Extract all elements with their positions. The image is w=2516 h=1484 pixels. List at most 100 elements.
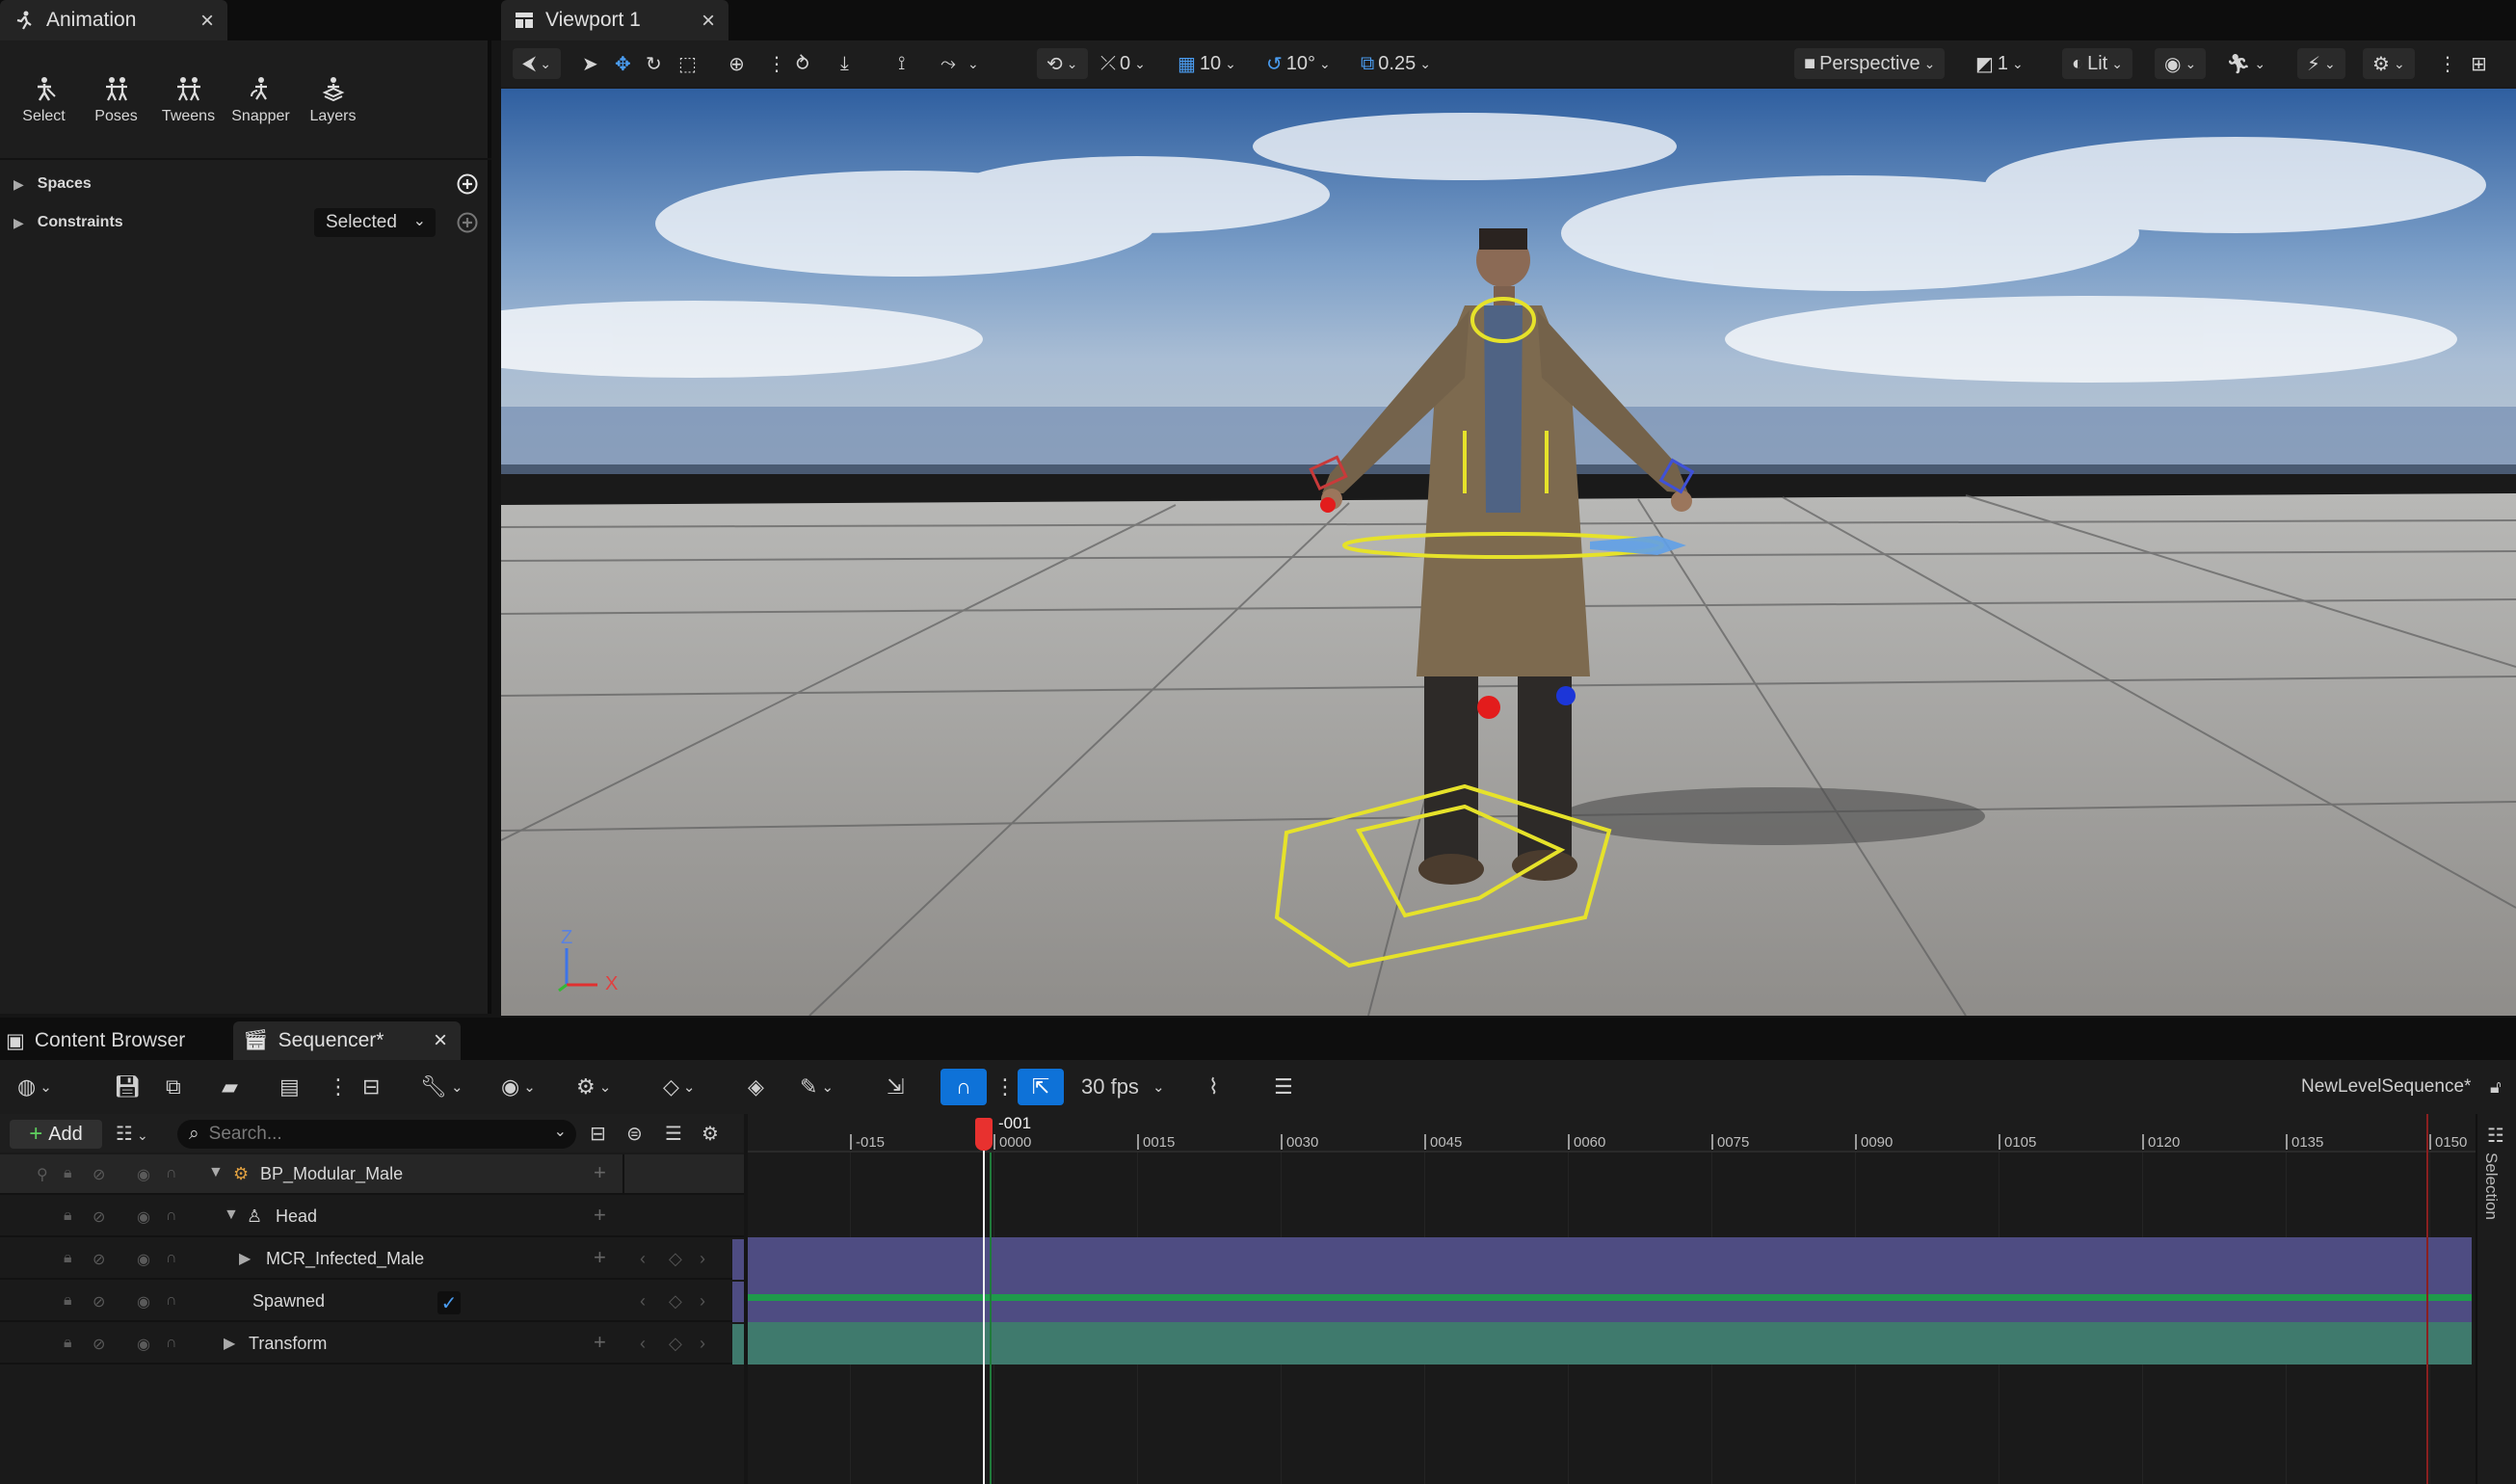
angle-snap-button[interactable]: ↺ 10° ⌄ [1266, 48, 1331, 79]
add-track-button[interactable]: + Add [10, 1120, 102, 1149]
viewport-settings-dropdown[interactable]: ⚙ ⌄ [2363, 48, 2415, 79]
spawned-checkbox[interactable]: ✓ [437, 1291, 461, 1314]
playback-options-button[interactable]: ⊟ [362, 1070, 380, 1104]
solo-icon[interactable]: ⊘ [93, 1335, 105, 1354]
sequencer-timeline[interactable]: -015 0000 0015 0030 0045 0060 0075 0090 0105 0120… [748, 1114, 2476, 1484]
viewport-scene[interactable]: Z X [501, 89, 2516, 1016]
find-in-browser-button[interactable]: ⧉ [166, 1070, 181, 1104]
viewport-more-button[interactable]: ⋮ [2438, 48, 2457, 79]
add-key-icon[interactable]: ◇ [669, 1291, 682, 1312]
tab-sequencer[interactable]: 🎬︎ Sequencer* × [233, 1021, 461, 1060]
prev-key-icon[interactable]: ‹ [640, 1334, 646, 1354]
snap-toggle-button[interactable]: ∩ [940, 1069, 987, 1105]
tweens-tool-button[interactable]: Tweens [152, 75, 225, 125]
grid-snap-button[interactable]: ▦ 10 ⌄ [1178, 48, 1236, 79]
snapper-tool-button[interactable]: Snapper [225, 75, 297, 125]
more-options-button[interactable]: ⋮ [767, 48, 786, 79]
prev-key-icon[interactable]: ‹ [640, 1291, 646, 1312]
add-subtrack-icon[interactable]: + [594, 1330, 606, 1355]
playback-end-marker[interactable] [2426, 1114, 2428, 1484]
tab-content-browser[interactable]: ▣ Content Browser [0, 1021, 229, 1060]
pivot-button[interactable]: ⟟ [898, 48, 905, 79]
perspective-dropdown[interactable]: ■ Perspective ⌄ [1794, 48, 1946, 79]
translate-button[interactable]: ✥ [615, 48, 631, 79]
collapse-all-button[interactable]: ⊟ [590, 1122, 606, 1146]
prev-key-icon[interactable]: ‹ [640, 1249, 646, 1269]
visibility-icon[interactable]: ◉ [137, 1335, 150, 1354]
search-input[interactable]: ⌕ Search... ⌄ [177, 1120, 576, 1149]
filter-dropdown[interactable]: ☷ ⌄ [116, 1122, 148, 1146]
expand-triangle-icon[interactable]: ▶ [224, 1334, 235, 1353]
details-sliders-icon[interactable]: ☷ [2487, 1124, 2504, 1148]
snap-to-frames-button[interactable]: ⇱ [1018, 1069, 1064, 1105]
expand-triangle-icon[interactable]: ▼ [224, 1206, 239, 1224]
select-arrow-button[interactable]: ➤ [582, 48, 598, 79]
lock-icon[interactable]: 🔒︎ [64, 1335, 72, 1352]
add-key-icon[interactable]: ◇ [669, 1334, 682, 1354]
layout-dropdown[interactable]: ◩ 1 ⌄ [1975, 48, 2024, 79]
visibility-icon[interactable]: ◉ [137, 1292, 150, 1312]
add-subtrack-icon[interactable]: + [594, 1203, 606, 1228]
layers-tool-button[interactable]: Layers [297, 75, 369, 125]
snap-options-button[interactable]: ⋮ [994, 1070, 1016, 1104]
headphone-icon[interactable]: ∩ [166, 1207, 177, 1225]
next-key-icon[interactable]: › [700, 1334, 705, 1354]
lock-icon[interactable]: 🔒︎ [64, 1165, 72, 1182]
track-row-spawned[interactable]: 🔒︎ ⊘ ◉ ∩ Spawned ✓ ‹ ◇ › [0, 1282, 744, 1322]
snap-to-actor-button[interactable]: ⤓ [840, 48, 849, 79]
viewport-layout-button[interactable]: ⊞ [2471, 48, 2487, 79]
select-tool-button[interactable]: Select [8, 75, 80, 125]
add-key-button[interactable]: ◈ [748, 1070, 764, 1104]
lock-icon[interactable]: 🔒︎ [64, 1250, 72, 1267]
surface-snap-toggle[interactable]: ⤫ 0 ⌄ [1100, 48, 1146, 79]
expand-triangle-icon[interactable]: ▼ [208, 1164, 224, 1181]
track-bar-transform[interactable] [748, 1322, 2472, 1365]
track-row-head[interactable]: 🔒︎ ⊘ ◉ ∩ ▼ ♙ Head + [0, 1197, 744, 1237]
track-row-bp-modular-male[interactable]: ⚲ 🔒︎ ⊘ ◉ ∩ ▼ ⚙ BP_Modular_Male + [0, 1154, 744, 1195]
poses-tool-button[interactable]: Poses [80, 75, 152, 125]
actions-dropdown[interactable]: 🔧︎ ⌄ [420, 1070, 463, 1104]
outliner-settings-button[interactable]: ⚙ [702, 1122, 719, 1146]
expand-triangle-icon[interactable]: ▶ [239, 1249, 251, 1268]
add-subtrack-icon[interactable]: + [594, 1245, 606, 1270]
surface-snap-button[interactable]: ⥁ [796, 48, 809, 79]
tab-viewport[interactable]: Viewport 1 × [501, 0, 728, 40]
list-view-button[interactable]: ☰ [665, 1122, 682, 1146]
tab-animation[interactable]: Animation × [0, 0, 227, 40]
create-camera-button[interactable]: ▰ [222, 1070, 238, 1104]
fps-dropdown[interactable]: 30 fps ⌄ [1081, 1070, 1165, 1104]
save-button[interactable]: 💾︎ [114, 1070, 141, 1104]
solo-icon[interactable]: ⊘ [93, 1165, 105, 1184]
lit-dropdown[interactable]: ◐ Lit ⌄ [2062, 48, 2132, 79]
close-icon[interactable]: × [702, 8, 715, 35]
track-bar-spawned[interactable] [748, 1280, 2472, 1322]
world-space-button[interactable]: ⊕ [728, 48, 745, 79]
playhead-handle[interactable] [975, 1118, 993, 1151]
rotate-button[interactable]: ↻ [646, 48, 662, 79]
anim-mode-dropdown[interactable]: 🏃︎ ⌄ [2226, 48, 2265, 79]
curve-editor-button[interactable]: ⌇ [1208, 1070, 1219, 1104]
edit-mode-dropdown[interactable]: ✎ ⌄ [800, 1070, 834, 1104]
settings-dropdown[interactable]: ⚙ ⌄ [576, 1070, 611, 1104]
pin-icon[interactable]: ⚲ [37, 1165, 48, 1184]
add-circle-icon[interactable] [457, 212, 478, 233]
expand-all-button[interactable]: ⊜ [626, 1122, 643, 1146]
coord-button[interactable]: ⤳ ⌄ [940, 48, 979, 79]
visibility-icon[interactable]: ◉ [137, 1165, 150, 1184]
headphone-icon[interactable]: ∩ [166, 1250, 177, 1267]
close-icon[interactable]: × [200, 8, 214, 35]
headphone-icon[interactable]: ∩ [166, 1335, 177, 1352]
solo-icon[interactable]: ⊘ [93, 1250, 105, 1269]
render-movie-button[interactable]: ▤ [279, 1070, 300, 1104]
view-options-dropdown[interactable]: ◉ ⌄ [501, 1070, 536, 1104]
add-key-icon[interactable]: ◇ [669, 1249, 682, 1269]
tracks-button[interactable]: ☰ [1274, 1070, 1293, 1104]
next-key-icon[interactable]: › [700, 1249, 705, 1269]
selection-tab[interactable]: Selection [2481, 1153, 2501, 1220]
rotation-lock-button[interactable]: ⟲ ⌄ [1037, 48, 1088, 79]
realtime-dropdown[interactable]: ⚡ ⌄ [2297, 48, 2345, 79]
track-row-mcr-infected-male[interactable]: 🔒︎ ⊘ ◉ ∩ ▶ MCR_Infected_Male + ‹ ◇ › [0, 1239, 744, 1280]
lock-icon[interactable]: 🔒︎ [64, 1207, 72, 1225]
visibility-icon[interactable]: ◉ [137, 1207, 150, 1227]
track-row-transform[interactable]: 🔒︎ ⊘ ◉ ∩ ▶ Transform + ‹ ◇ › [0, 1324, 744, 1365]
